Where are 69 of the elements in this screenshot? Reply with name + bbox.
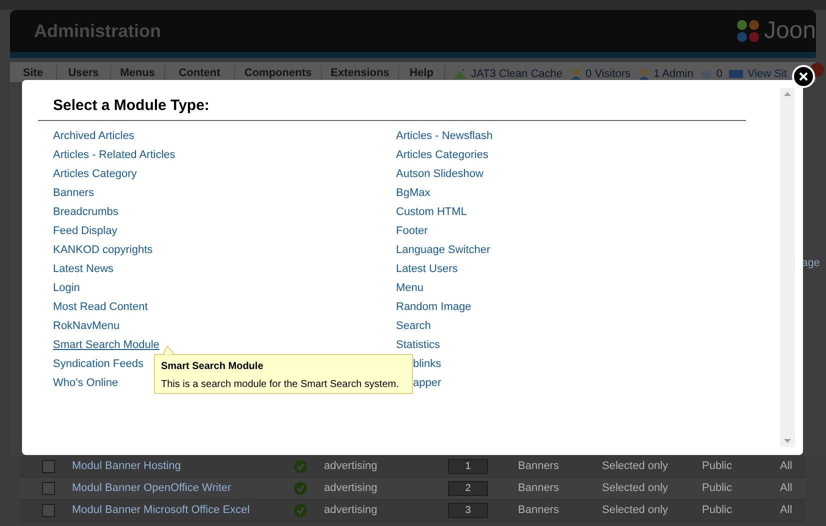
module-type-link[interactable]: Login [53,280,80,297]
module-type-link[interactable]: Latest Users [396,261,458,278]
table-cell-text: Banners [518,503,560,518]
order-field[interactable]: 1 [448,459,488,474]
module-name[interactable]: Modul Banner OpenOffice Writer [72,480,286,497]
module-type-link[interactable]: Language Switcher [396,242,490,259]
admin-title: Administration [34,20,162,42]
user-icon [638,68,650,80]
module-type-link[interactable]: Menu [396,280,424,297]
monitor-icon [729,68,744,79]
module-type-link[interactable]: Latest News [53,261,114,278]
scroll-up-icon[interactable] [784,92,791,96]
table-row[interactable]: Modul Banner OpenOffice Writer advertising 2 Banners Selected only Public All [20,478,806,500]
table-cell-text: Public [702,481,733,496]
module-type-link[interactable]: Feed Display [53,223,118,240]
dialog-title: Select a Module Type: [53,97,210,114]
module-type-link[interactable]: Custom HTML [396,204,467,221]
module-type-link[interactable]: apper [413,375,442,392]
module-type-link[interactable]: Archived Articles [53,128,134,145]
table-cell-text: advertising [324,481,378,496]
module-name[interactable]: Modul Banner Microsoft Office Excel [72,502,286,519]
module-type-link[interactable]: Most Read Content [53,299,148,316]
module-type-link[interactable]: Breadcrumbs [53,204,118,221]
table-cell-text: All [780,459,792,474]
order-field[interactable]: 3 [448,503,488,518]
module-type-link[interactable]: Banners [53,185,94,202]
table-cell-text: Selected only [602,481,670,496]
module-type-link[interactable]: Articles - Related Articles [53,147,176,164]
module-type-link[interactable]: Articles - Newsflash [396,128,493,145]
module-type-link[interactable]: RokNavMenu [53,318,120,335]
row-checkbox[interactable] [42,460,55,473]
order-field[interactable]: 2 [448,481,488,496]
table-cell-text: Banners [518,459,560,474]
table-cell-text: Selected only [602,459,670,474]
table-cell-text: Selected only [602,503,670,518]
module-type-link[interactable]: BgMax [396,185,430,202]
module-type-link[interactable]: Syndication Feeds [53,356,144,373]
module-type-link[interactable]: Search [396,318,431,335]
module-type-link[interactable]: Statistics [396,337,440,354]
published-check-icon[interactable] [294,482,306,495]
scroll-down-icon[interactable] [784,439,791,443]
logo-text: Joon [764,16,816,46]
table-cell-text: All [780,503,792,518]
module-type-link[interactable]: blinks [413,356,442,373]
tooltip-title: Smart Search Module [161,360,264,374]
table-cell-text: advertising [324,503,378,518]
table-cell-text: All [780,481,792,496]
module-type-link[interactable]: Smart Search Module [53,337,160,354]
close-icon [799,72,808,81]
table-cell-text: advertising [324,459,378,474]
user-icon [570,68,582,80]
table-row[interactable]: Modul Banner Microsoft Office Excel advertising 3 Banners Selected only Public All [20,500,806,522]
table-cell-text: Banners [518,481,560,496]
module-type-link[interactable]: Autson Slideshow [396,166,484,183]
tooltip-text: This is a search module for the Smart Search system. [161,378,400,392]
module-type-link[interactable]: Random Image [396,299,472,316]
module-name[interactable]: Modul Banner Hosting [72,458,286,475]
module-type-link[interactable]: Articles Categories [396,147,488,164]
published-check-icon[interactable] [294,460,306,473]
table-row[interactable]: Modul Banner Hosting advertising 1 Banners Selected only Public All [20,456,806,478]
row-checkbox[interactable] [42,504,55,517]
module-type-link[interactable]: Who's Online [53,375,118,392]
table-cell-text: Public [702,459,733,474]
published-check-icon[interactable] [294,504,306,517]
module-type-link[interactable]: Footer [396,223,428,240]
module-type-link[interactable]: Articles Category [53,166,137,183]
table-cell-text: Public [702,503,733,518]
row-checkbox[interactable] [42,482,55,495]
module-type-link[interactable]: KANKOD copyrights [53,242,153,259]
